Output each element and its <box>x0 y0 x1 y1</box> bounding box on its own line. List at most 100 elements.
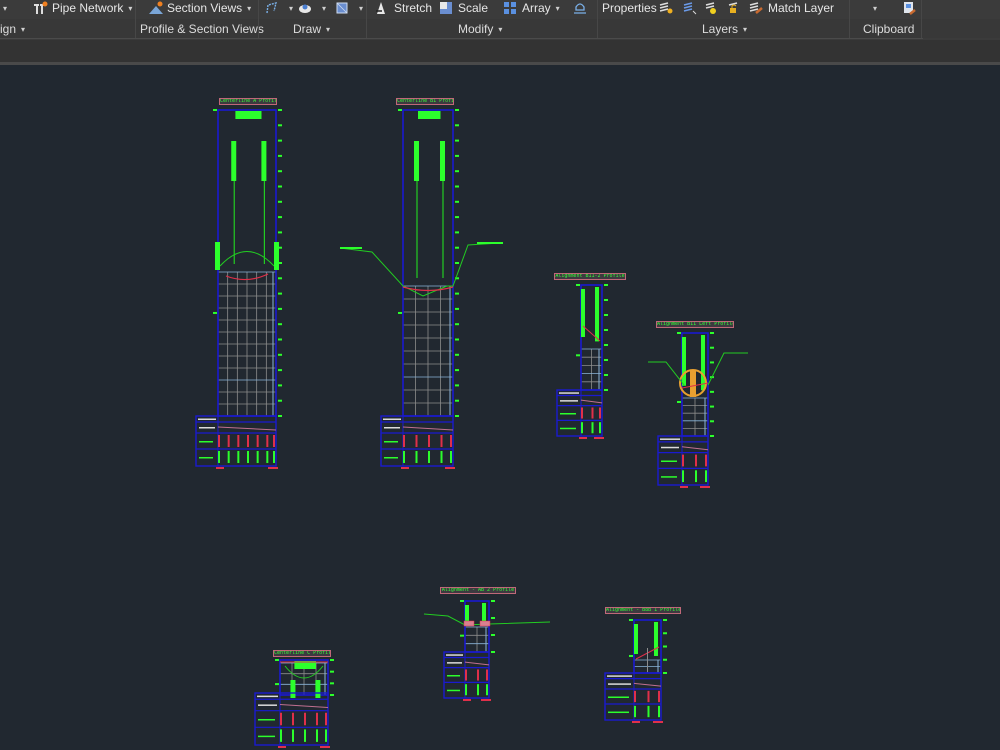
band-label-offset <box>258 704 277 706</box>
polyline-button[interactable]: ▾ <box>265 0 293 16</box>
paste-button[interactable] <box>902 0 921 16</box>
station-label-end <box>653 721 663 723</box>
match-layer-button[interactable]: Match Layer <box>749 0 834 16</box>
elevation-label <box>330 682 334 685</box>
design-level-value <box>403 435 405 447</box>
profile-title: Alignment - B8B 1 Profile <box>605 607 681 614</box>
elevation-label <box>455 307 459 310</box>
array-icon <box>503 1 517 15</box>
array-button[interactable]: Array ▾ <box>503 0 560 16</box>
design-level-value <box>705 454 707 467</box>
station-label-start <box>680 486 688 488</box>
design-panel-cut-caret[interactable]: ▾ <box>0 0 7 16</box>
structure-label <box>315 680 321 698</box>
elevation-label <box>278 369 282 372</box>
elevation-label <box>455 154 459 157</box>
elevation-label <box>278 231 282 234</box>
pipe-network-button[interactable]: Pipe Network ▾ <box>33 0 132 16</box>
design-level-value <box>486 669 488 681</box>
clipboard-panel-label: Clipboard <box>863 22 915 36</box>
offset-label <box>477 242 503 244</box>
elevation-label <box>398 311 402 314</box>
design-level-value <box>256 435 259 447</box>
elevation-label <box>604 314 608 316</box>
chevron-down-icon: ▾ <box>21 24 26 34</box>
section-views-icon <box>148 1 163 15</box>
array-label: Array <box>522 1 551 15</box>
design-level-value <box>292 712 294 726</box>
hatch-button[interactable]: ▾ <box>298 0 326 16</box>
band-label-design-levels <box>258 719 275 721</box>
elevation-label <box>629 654 633 657</box>
layer-properties-button[interactable] <box>659 0 678 16</box>
station-label-end <box>268 467 278 469</box>
elevation-label <box>604 359 608 361</box>
elevation-label <box>275 683 279 686</box>
chevron-down-icon: ▾ <box>128 3 133 13</box>
elevation-label <box>677 332 681 334</box>
design-level-value <box>634 690 636 703</box>
panel-divider <box>135 0 136 38</box>
properties-button[interactable]: Properties <box>602 0 657 16</box>
elevation-label <box>455 384 459 387</box>
elevation-label <box>278 154 282 157</box>
stretch-button[interactable]: Stretch <box>375 0 432 16</box>
elevation-label <box>278 185 282 188</box>
clipboard-dropdown[interactable]: ▾ <box>868 0 877 16</box>
ribbon-command-row: ▾ Pipe Network ▾ Section Views ▾ ▾ ▾ ▾ S… <box>0 0 1000 16</box>
band-label-datum <box>383 418 401 420</box>
band-label-design-levels <box>199 441 213 443</box>
layer-freeze-button[interactable] <box>705 0 724 16</box>
station-label-start <box>579 437 587 439</box>
layers-panel-label[interactable]: Layers ▾ <box>702 21 747 37</box>
design-panel-label[interactable]: ign ▾ <box>0 21 25 37</box>
station-label-start <box>278 746 286 748</box>
elevation-label <box>398 109 402 111</box>
chevron-down-icon: ▾ <box>322 3 327 13</box>
elevation-label <box>278 323 282 326</box>
elevation-label <box>275 659 279 661</box>
stretch-label: Stretch <box>394 1 433 15</box>
band-profile-line <box>402 426 454 431</box>
elevation-label <box>278 139 282 142</box>
elevation-label <box>710 405 714 408</box>
band-label-ground-levels <box>258 735 275 738</box>
layer-lock-button[interactable] <box>727 0 746 16</box>
modify-panel-label[interactable]: Modify ▾ <box>458 21 502 37</box>
elevation-label <box>455 292 459 295</box>
ground-level-value <box>218 451 220 463</box>
draw-panel-label[interactable]: Draw ▾ <box>293 21 330 37</box>
rectangle-icon <box>335 1 349 15</box>
rectangle-button[interactable]: ▾ <box>335 0 363 16</box>
elevation-label <box>278 399 282 402</box>
layer-iso-icon <box>683 1 697 15</box>
band-label-datum <box>660 438 680 440</box>
design-level-value <box>682 454 684 467</box>
elevation-label <box>213 109 217 111</box>
drawing-canvas[interactable]: Centerline A Profile Centerline B1 Profil… <box>0 65 1000 750</box>
ribbon-bottom-edge <box>0 38 923 39</box>
section-views-button[interactable]: Section Views ▾ <box>148 0 251 16</box>
layer-freeze-icon <box>705 1 719 15</box>
offset-button[interactable] <box>573 0 592 16</box>
station-label-end <box>594 437 604 439</box>
band-label-ground-levels <box>560 427 576 430</box>
station-label-stack <box>581 289 585 337</box>
band-label-ground-levels <box>384 457 398 459</box>
elevation-label <box>677 400 681 403</box>
ground-level-value <box>599 422 601 434</box>
match-layer-label: Match Layer <box>768 1 835 15</box>
elevation-label <box>455 415 459 417</box>
elevation-label <box>455 109 459 111</box>
elevation-label <box>455 231 459 234</box>
ground-level-value <box>237 451 240 463</box>
elevation-label <box>278 109 282 111</box>
design-level-value <box>695 454 697 467</box>
elevation-label <box>278 415 282 417</box>
scale-button[interactable]: Scale <box>439 0 488 16</box>
elevation-label <box>455 369 459 372</box>
elevation-label <box>576 284 580 286</box>
circle-icon <box>298 1 312 15</box>
ribbon-panel-labels: ign ▾ Profile & Section Views Draw ▾ Modif… <box>0 19 1000 38</box>
layer-isolate-button[interactable] <box>683 0 702 16</box>
